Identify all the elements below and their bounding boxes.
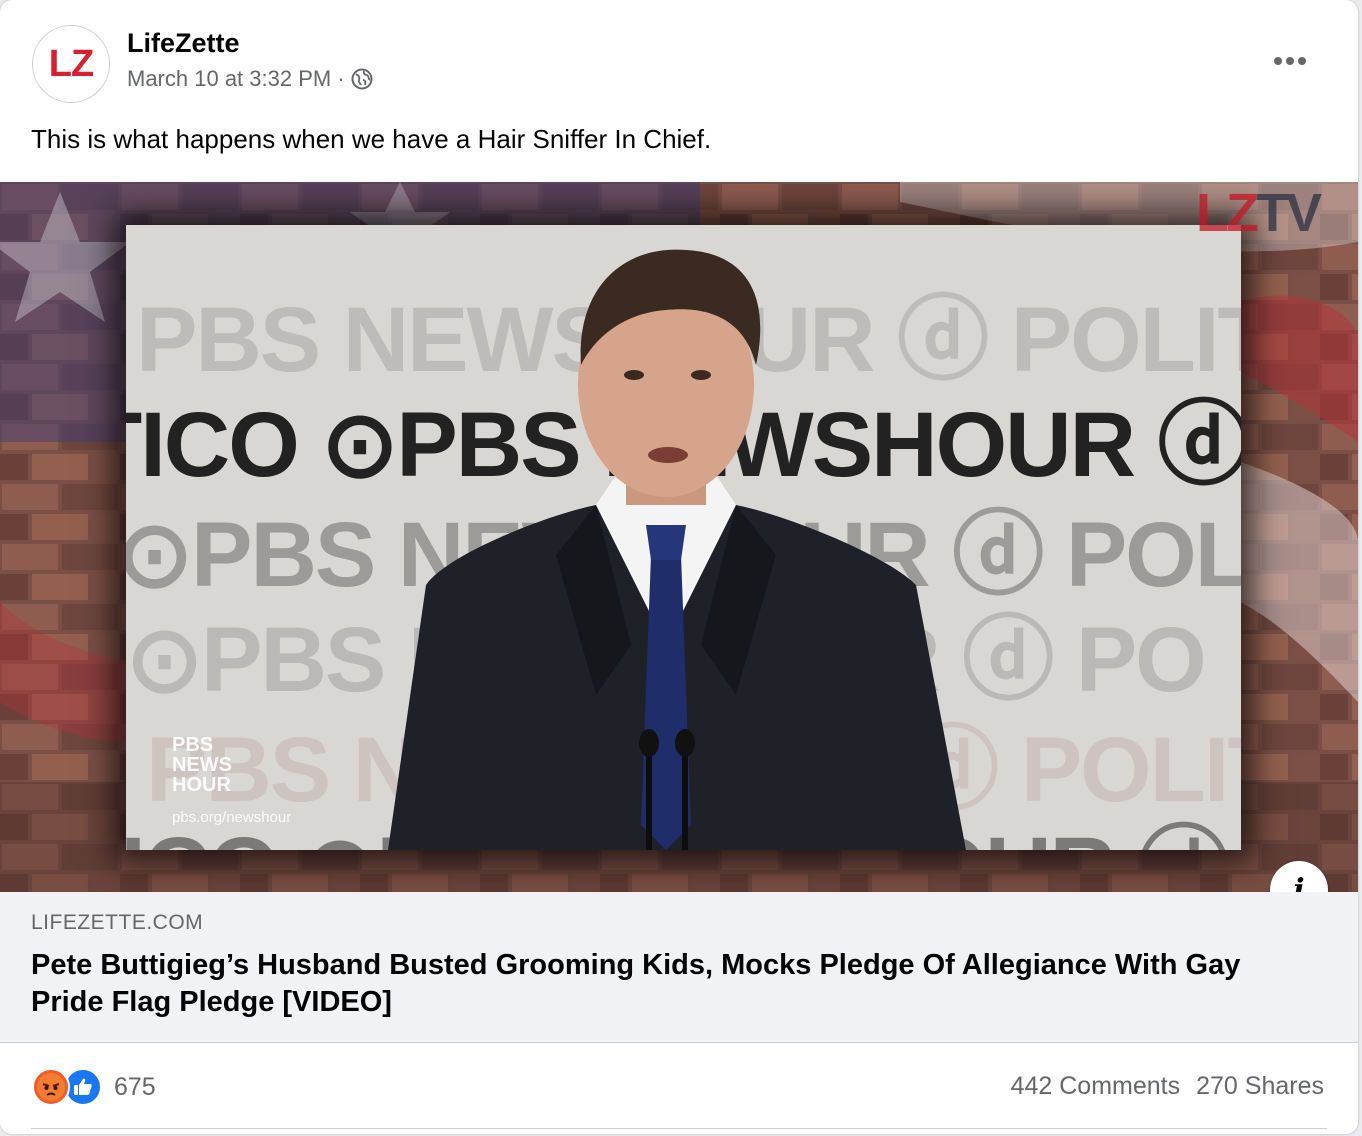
lztv-tv: TV bbox=[1255, 183, 1322, 243]
bug-line: HOUR bbox=[172, 774, 231, 796]
post-card: LZ LifeZette March 10 at 3:32 PM · This … bbox=[0, 0, 1358, 1134]
divider bbox=[31, 1128, 1327, 1129]
video-frame: PBS NEWSHOUR ⓓ POLITICO TICO ⊙PBS NEWSHO… bbox=[126, 225, 1241, 850]
globe-icon[interactable] bbox=[351, 68, 373, 90]
comments-count-link[interactable]: 442 Comments bbox=[1011, 1072, 1181, 1101]
engagement-stats: 442 Comments 270 Shares bbox=[1011, 1072, 1324, 1101]
reaction-summary[interactable]: 675 bbox=[32, 1068, 156, 1106]
post-video-thumbnail[interactable]: PBS NEWSHOUR ⓓ POLITICO TICO ⊙PBS NEWSHO… bbox=[0, 182, 1358, 892]
more-options-button[interactable] bbox=[1266, 44, 1314, 78]
link-domain: LIFEZETTE.COM bbox=[31, 911, 204, 934]
bug-line: PBS bbox=[172, 734, 214, 756]
angry-reaction-icon bbox=[32, 1068, 70, 1106]
more-dot bbox=[1274, 57, 1282, 65]
link-preview[interactable]: LIFEZETTE.COM Pete Buttigieg’s Husband B… bbox=[0, 892, 1358, 1043]
lztv-watermark: LZTV bbox=[1196, 182, 1322, 244]
shares-count-link[interactable]: 270 Shares bbox=[1196, 1072, 1324, 1101]
pbs-watermark: PBS NEWS HOUR bbox=[172, 735, 232, 795]
bug-line: NEWS bbox=[172, 754, 232, 776]
pbs-url: pbs.org/newshour bbox=[172, 809, 292, 826]
more-dot bbox=[1286, 57, 1294, 65]
speaker-figure bbox=[388, 249, 966, 850]
page-avatar[interactable]: LZ bbox=[32, 25, 110, 103]
post-timestamp[interactable]: March 10 at 3:32 PM bbox=[127, 66, 331, 92]
lztv-lz: LZ bbox=[1196, 183, 1259, 243]
more-dot bbox=[1298, 57, 1306, 65]
reaction-count: 675 bbox=[114, 1072, 156, 1101]
post-text: This is what happens when we have a Hair… bbox=[31, 124, 712, 154]
meta-separator: · bbox=[337, 66, 345, 91]
link-title: Pete Buttigieg’s Husband Busted Grooming… bbox=[31, 949, 1241, 1018]
page-name-link[interactable]: LifeZette bbox=[127, 28, 240, 59]
post-meta: March 10 at 3:32 PM · bbox=[127, 66, 373, 92]
avatar-logo: LZ bbox=[48, 42, 94, 85]
